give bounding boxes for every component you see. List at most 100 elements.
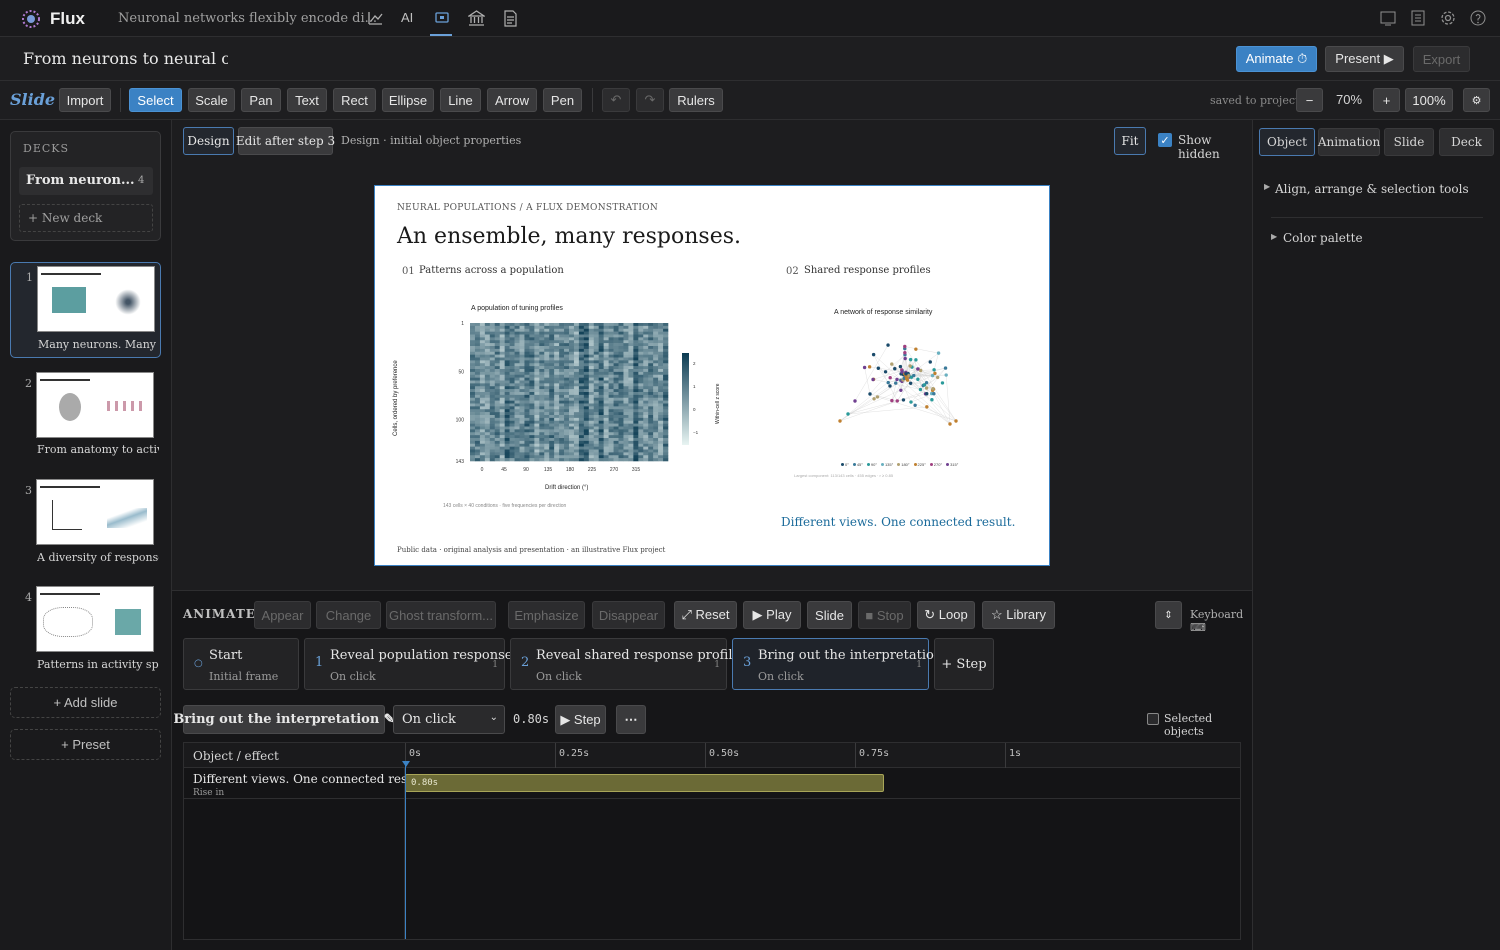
heatmap-cell bbox=[653, 392, 659, 396]
step-preview-button[interactable]: ▶ Step bbox=[555, 705, 606, 734]
pages-icon[interactable] bbox=[1411, 10, 1425, 26]
chart-icon[interactable] bbox=[367, 10, 383, 26]
heatmap-cell bbox=[489, 343, 496, 347]
stop-button[interactable]: ■ Stop bbox=[858, 601, 911, 629]
undo-button[interactable]: ↶ bbox=[602, 88, 630, 112]
tab-object[interactable]: Object bbox=[1259, 128, 1315, 156]
heatmap-cell bbox=[628, 458, 634, 462]
panel-icon[interactable] bbox=[1380, 11, 1396, 26]
heatmap-chart[interactable]: 0 45 90 135 180 225 270 315150100143210−1 bbox=[430, 318, 730, 503]
import-button[interactable]: Import bbox=[59, 88, 111, 112]
more-options-button[interactable]: ⋯ bbox=[616, 705, 646, 734]
trigger-select[interactable]: On click ⌄ bbox=[393, 705, 505, 734]
slide-card-2[interactable]: 2 From anatomy to activ... bbox=[10, 369, 161, 465]
panel-2-title[interactable]: Shared response profiles bbox=[804, 265, 931, 276]
reset-button[interactable]: ⤢ Reset bbox=[674, 601, 737, 629]
tool-pen[interactable]: Pen bbox=[543, 88, 582, 112]
panel-1-title[interactable]: Patterns across a population bbox=[419, 265, 564, 276]
color-palette-toggle[interactable]: Color palette bbox=[1283, 231, 1363, 245]
step-card-start[interactable]: ○ Start Initial frame bbox=[183, 638, 299, 690]
tab-slide[interactable]: Slide bbox=[1384, 128, 1434, 156]
slides-icon[interactable] bbox=[434, 10, 450, 26]
playhead-handle-icon[interactable] bbox=[402, 761, 410, 767]
slide-kicker[interactable]: NEURAL POPULATIONS / A FLUX DEMONSTRATIO… bbox=[397, 203, 658, 213]
ghost-transform-button[interactable]: Ghost transform... bbox=[386, 601, 496, 629]
ai-icon[interactable]: AI bbox=[401, 10, 413, 25]
network-node bbox=[924, 386, 929, 390]
colorbar bbox=[682, 353, 689, 445]
heatmap-cell bbox=[658, 417, 664, 422]
tool-arrow[interactable]: Arrow bbox=[487, 88, 537, 112]
document-title[interactable]: Neuronal networks flexibly encode di... bbox=[118, 11, 377, 26]
slide-play-button[interactable]: Slide bbox=[807, 601, 852, 629]
institution-icon[interactable] bbox=[468, 10, 485, 26]
step-card-2[interactable]: 2 Reveal shared response profiles On cli… bbox=[510, 638, 747, 690]
animate-button[interactable]: Animate ⏱ bbox=[1236, 46, 1317, 72]
slide-title[interactable]: An ensemble, many responses. bbox=[397, 224, 741, 249]
redo-button[interactable]: ↷ bbox=[636, 88, 664, 112]
add-preset-button[interactable]: + Preset bbox=[10, 729, 161, 760]
slide-card-1[interactable]: 1 Many neurons. Many ... bbox=[10, 262, 161, 358]
tool-ellipse[interactable]: Ellipse bbox=[382, 88, 434, 112]
gear-icon[interactable] bbox=[1440, 10, 1456, 26]
appear-button[interactable]: Appear bbox=[254, 601, 311, 629]
disappear-button[interactable]: Disappear bbox=[592, 601, 665, 629]
align-section-toggle[interactable]: Align, arrange & selection tools bbox=[1275, 182, 1469, 196]
tool-text[interactable]: Text bbox=[287, 88, 327, 112]
play-button[interactable]: ▶ Play bbox=[743, 601, 801, 629]
add-slide-button[interactable]: + Add slide bbox=[10, 687, 161, 718]
heatmap-cell bbox=[534, 412, 540, 416]
tab-deck[interactable]: Deck bbox=[1439, 128, 1494, 156]
keyboard-toggle[interactable]: Keyboard ⌨ bbox=[1190, 608, 1252, 634]
legend-swatch bbox=[880, 463, 884, 466]
tool-scale[interactable]: Scale bbox=[188, 88, 235, 112]
slide-canvas[interactable]: NEURAL POPULATIONS / A FLUX DEMONSTRATIO… bbox=[374, 185, 1050, 566]
show-hidden-checkbox[interactable]: ✓ bbox=[1158, 133, 1172, 147]
help-icon[interactable] bbox=[1470, 10, 1486, 26]
rulers-button[interactable]: Rulers bbox=[669, 88, 723, 112]
settings-button[interactable]: ⚙ bbox=[1463, 88, 1490, 112]
tool-rect[interactable]: Rect bbox=[333, 88, 376, 112]
step-duration[interactable]: 0.80s bbox=[513, 712, 549, 726]
document-icon[interactable] bbox=[503, 10, 518, 27]
heatmap-cell bbox=[534, 429, 540, 433]
tool-select[interactable]: Select bbox=[129, 88, 182, 112]
fit-button[interactable]: Fit bbox=[1114, 127, 1146, 155]
effect-duration-bar[interactable]: 0.80s bbox=[405, 774, 884, 792]
step-card-3[interactable]: 3 Bring out the interpretation On click … bbox=[732, 638, 942, 690]
tool-pan[interactable]: Pan bbox=[241, 88, 281, 112]
tab-animation[interactable]: Animation bbox=[1318, 128, 1380, 156]
edit-after-step-tab[interactable]: Edit after step 3 bbox=[236, 127, 335, 155]
network-chart[interactable] bbox=[830, 326, 975, 471]
heatmap-cell bbox=[598, 346, 604, 350]
step-name-field[interactable]: Bring out the interpretation ✎ bbox=[173, 705, 395, 734]
step-card-1[interactable]: 1 Reveal population responses On click 1 bbox=[304, 638, 519, 690]
loop-button[interactable]: ↻ Loop bbox=[917, 601, 975, 629]
tool-line[interactable]: Line bbox=[440, 88, 481, 112]
slide-takeaway[interactable]: Different views. One connected result. bbox=[781, 515, 1015, 529]
design-tab[interactable]: Design bbox=[183, 127, 234, 155]
zoom-out-button[interactable]: − bbox=[1296, 88, 1323, 112]
new-deck-button[interactable]: + New deck bbox=[19, 204, 153, 232]
timeline-row-title[interactable]: Different views. One connected result. bbox=[193, 772, 427, 786]
library-button[interactable]: ☆ Library bbox=[982, 601, 1055, 629]
add-step-button[interactable]: + Step bbox=[934, 638, 994, 690]
selected-objects-checkbox[interactable] bbox=[1147, 713, 1159, 725]
deck-item[interactable]: From neuron... 4 bbox=[19, 167, 153, 195]
heatmap-cell bbox=[588, 360, 595, 364]
presentation-title[interactable]: From neurons to neural code bbox=[23, 49, 228, 68]
emphasize-button[interactable]: Emphasize bbox=[508, 601, 585, 629]
heatmap-cell bbox=[648, 397, 654, 401]
slide-card-4[interactable]: 4 Patterns in activity sp... bbox=[10, 583, 161, 679]
present-button[interactable]: Present ▶ bbox=[1325, 46, 1404, 72]
zoom-100-button[interactable]: 100% bbox=[1405, 88, 1453, 112]
heatmap-cell bbox=[509, 369, 515, 373]
slide-footer[interactable]: Public data · original analysis and pres… bbox=[397, 546, 665, 554]
slide-card-3[interactable]: 3 A diversity of responses bbox=[10, 476, 161, 572]
resize-icon[interactable]: ⇕ bbox=[1155, 601, 1182, 629]
export-button[interactable]: Export bbox=[1413, 46, 1470, 72]
change-button[interactable]: Change bbox=[316, 601, 381, 629]
heatmap-cell bbox=[613, 363, 619, 367]
playhead[interactable] bbox=[405, 761, 406, 939]
zoom-in-button[interactable]: + bbox=[1373, 88, 1400, 112]
